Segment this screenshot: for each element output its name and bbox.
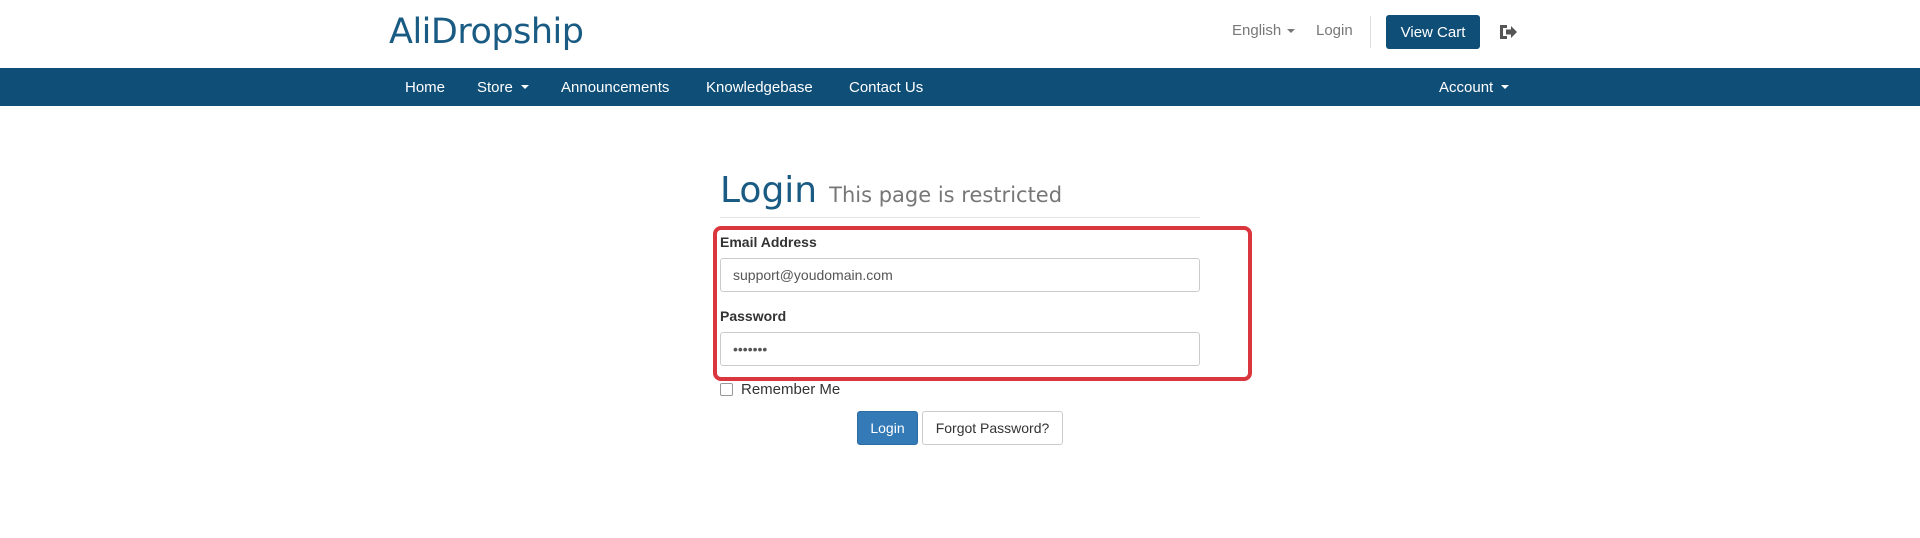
nav-item-label: Announcements: [561, 78, 670, 96]
nav-item-label: Knowledgebase: [706, 78, 813, 96]
remember-me-checkbox[interactable]: [720, 383, 733, 396]
nav-item-label: Store: [477, 78, 513, 96]
nav-item-contact-us[interactable]: Contact Us: [849, 68, 923, 106]
nav-item-home[interactable]: Home: [405, 68, 445, 106]
remember-me[interactable]: Remember Me: [720, 381, 840, 398]
email-input[interactable]: [720, 258, 1200, 292]
nav-item-account[interactable]: Account: [1439, 68, 1510, 106]
page-subtitle: This page is restricted: [829, 183, 1063, 207]
nav-item-announcements[interactable]: Announcements: [561, 68, 669, 106]
nav-item-store[interactable]: Store: [477, 68, 529, 106]
password-label: Password: [720, 308, 787, 324]
login-button[interactable]: Login: [857, 411, 918, 445]
view-cart-button[interactable]: View Cart: [1386, 15, 1480, 49]
language-label: English: [1232, 22, 1282, 39]
remember-me-label: Remember Me: [741, 381, 841, 398]
nav-item-knowledgebase[interactable]: Knowledgebase: [706, 68, 813, 106]
password-input[interactable]: [720, 332, 1200, 366]
page-header: Login This page is restricted: [720, 170, 1200, 218]
header-login-link[interactable]: Login: [1316, 22, 1353, 39]
nav-item-label: Home: [405, 78, 446, 96]
language-dropdown[interactable]: English: [1232, 22, 1296, 39]
nav-item-label: Account: [1439, 78, 1494, 96]
forgot-password-button[interactable]: Forgot Password?: [922, 411, 1063, 445]
caret-down-icon: [520, 85, 529, 89]
email-label: Email Address: [720, 234, 817, 250]
caret-down-icon: [1287, 28, 1296, 33]
header-divider: [1370, 16, 1371, 48]
nav-item-label: Contact Us: [849, 78, 924, 96]
header: AliDropship English Login View Cart: [0, 0, 1920, 68]
main-nav: Home Store Announcements Knowledgebase C…: [0, 68, 1920, 106]
page-title: Login: [720, 170, 818, 211]
site-logo[interactable]: AliDropship: [389, 12, 584, 52]
caret-down-icon: [1501, 85, 1510, 89]
sign-out-icon[interactable]: [1498, 23, 1518, 41]
